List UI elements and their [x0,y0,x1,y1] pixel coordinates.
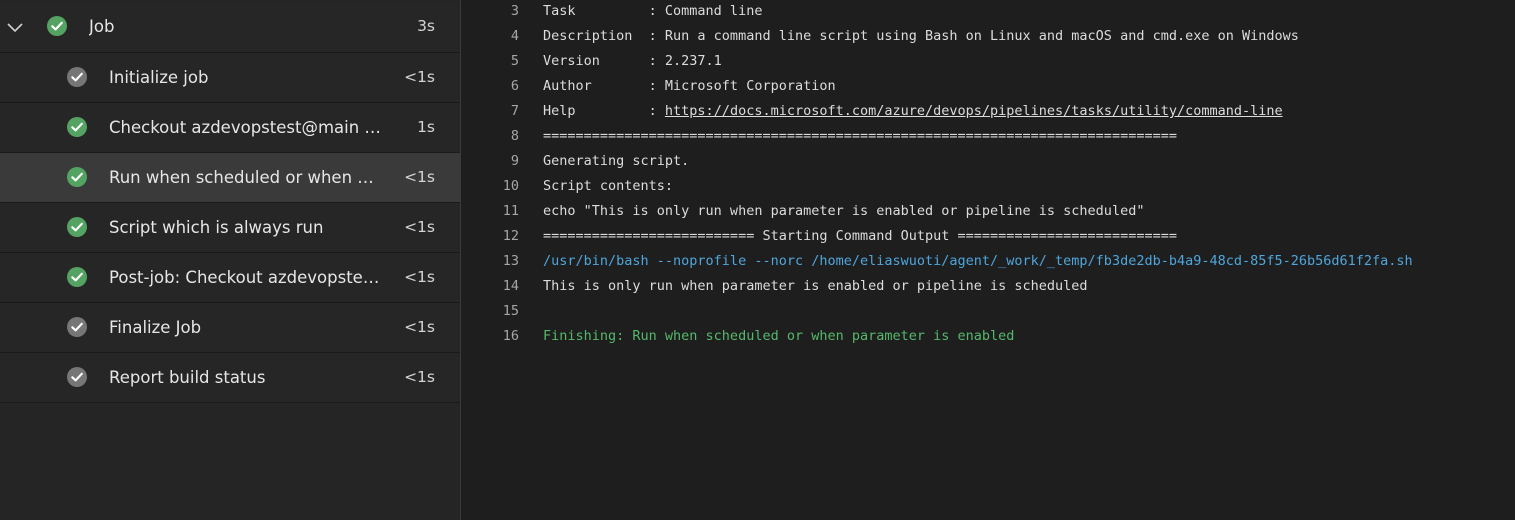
check-circle-neutral-icon [67,367,87,387]
step-duration: <1s [404,68,435,86]
line-number: 4 [510,28,519,44]
line-number: 6 [510,78,519,94]
line-number: 10 [502,178,519,194]
step-label: Run when scheduled or when pa... [109,168,384,187]
step-label: Checkout azdevopstest@main to s [109,118,384,137]
line-number: 9 [510,153,519,169]
log-text: ========================================… [543,128,1177,144]
log-text: This is only run when parameter is enabl… [543,278,1088,294]
check-circle-icon [67,217,87,237]
step-label: Finalize Job [109,318,202,337]
line-number: 11 [502,203,519,219]
step-row[interactable]: Checkout azdevopstest@main to s 1s [0,103,460,153]
log-text: Description : Run a command line script … [543,28,1299,44]
line-number: 12 [502,228,519,244]
job-steps-panel: Job 3s Initialize job <1s Checkout azdevop… [0,0,461,520]
log-text: /usr/bin/bash --noprofile --norc /home/e… [543,253,1413,269]
step-duration: <1s [404,268,435,286]
step-label: Report build status [109,368,266,387]
step-duration: <1s [404,218,435,236]
chevron-down-icon[interactable] [6,19,24,33]
check-circle-icon [67,267,87,287]
check-circle-icon [47,16,67,36]
step-duration: <1s [404,318,435,336]
log-text: Task : Command line [543,3,763,19]
step-label: Initialize job [109,68,209,87]
check-circle-neutral-icon [67,67,87,87]
log-text: Author : Microsoft Corporation [543,78,836,94]
log-text: ========================== Starting Comm… [543,228,1177,244]
line-number: 13 [502,253,519,269]
step-duration: 1s [417,118,435,136]
log-text: Generating script. [543,153,690,169]
line-number: 16 [502,328,519,344]
line-number: 8 [510,128,519,144]
step-row[interactable]: Initialize job <1s [0,53,460,103]
check-circle-neutral-icon [67,317,87,337]
log-text: Help : https://docs.microsoft.com/azure/… [543,99,1283,124]
step-row[interactable]: Script which is always run <1s [0,203,460,253]
line-number: 3 [510,3,519,19]
log-text-prefix: Help : [543,103,665,119]
step-row[interactable]: Post-job: Checkout azdevopstest... <1s [0,253,460,303]
step-duration: <1s [404,168,435,186]
line-number: 14 [502,278,519,294]
line-number: 7 [510,103,519,119]
step-label: Post-job: Checkout azdevopstest... [109,268,384,287]
job-duration: 3s [417,17,435,35]
line-number: 5 [510,53,519,69]
help-link[interactable]: https://docs.microsoft.com/azure/devops/… [665,103,1283,119]
log-text: Version : 2.237.1 [543,53,722,69]
line-number: 15 [502,303,519,319]
log-text: Finishing: Run when scheduled or when pa… [543,328,1015,344]
job-row[interactable]: Job 3s [0,2,460,53]
step-duration: <1s [404,368,435,386]
log-text: echo "This is only run when parameter is… [543,203,1145,219]
check-circle-icon [67,117,87,137]
step-row[interactable]: Run when scheduled or when pa... <1s [0,153,460,203]
job-title: Job [89,17,115,36]
log-viewer[interactable]: 3 Task : Command line 4 Description : Run a… [462,0,1515,520]
log-text: Script contents: [543,178,674,194]
check-circle-icon [67,167,87,187]
step-row[interactable]: Finalize Job <1s [0,303,460,353]
step-label: Script which is always run [109,218,324,237]
step-row[interactable]: Report build status <1s [0,353,460,403]
